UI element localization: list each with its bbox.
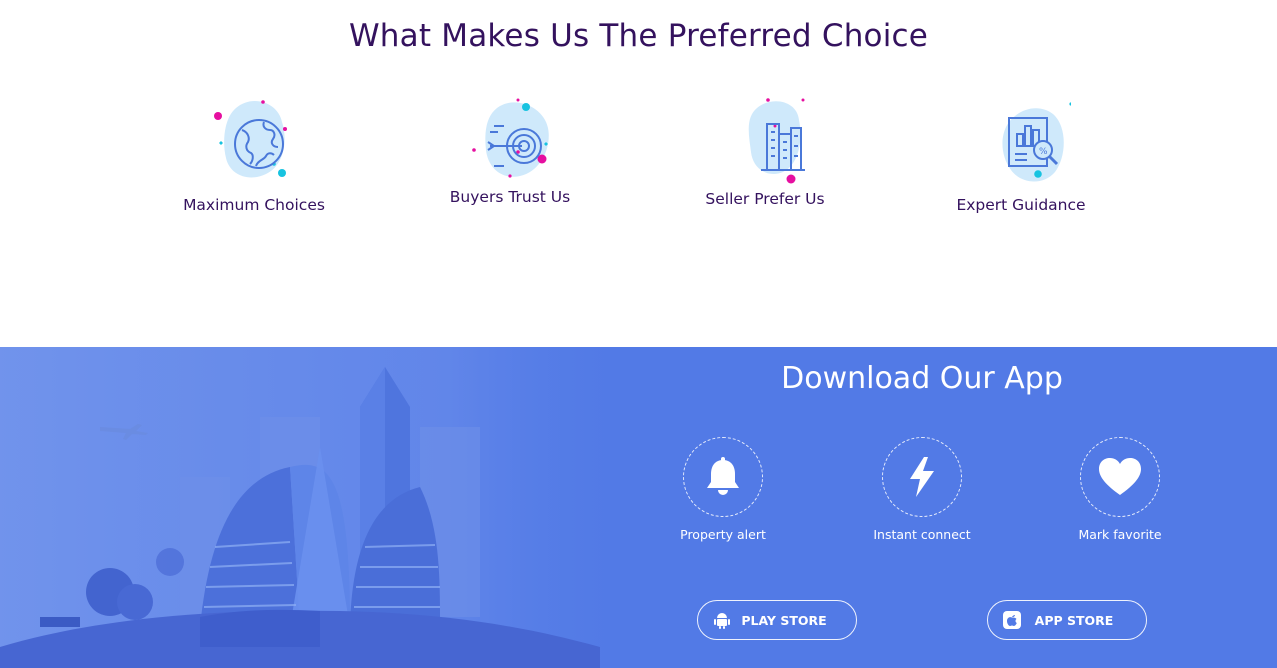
feature-maximum-choices: Maximum Choices xyxy=(154,96,354,214)
app-feature-instant-connect: Instant connect xyxy=(852,437,992,542)
app-store-button[interactable]: APP STORE xyxy=(987,600,1147,640)
feature-buyers-trust-us: Buyers Trust Us xyxy=(410,96,610,206)
heart-icon xyxy=(1099,458,1141,495)
app-feature-label: Property alert xyxy=(680,527,766,542)
play-store-button[interactable]: PLAY STORE xyxy=(697,600,857,640)
feature-label: Expert Guidance xyxy=(956,196,1086,214)
feature-label: Maximum Choices xyxy=(183,196,325,214)
preferred-choice-section: What Makes Us The Preferred Choice Maxim… xyxy=(0,0,1277,347)
section-title: What Makes Us The Preferred Choice xyxy=(348,18,929,54)
svg-text:%: % xyxy=(1039,147,1048,157)
report-analysis-icon: % xyxy=(1002,102,1071,182)
apple-icon xyxy=(1000,608,1024,632)
app-store-label: APP STORE xyxy=(1034,612,1114,628)
feature-label: Buyers Trust Us xyxy=(449,188,571,206)
download-app-section: Download Our App Property alert Instant … xyxy=(0,347,1277,668)
bell-icon xyxy=(707,457,739,495)
target-icon xyxy=(472,98,549,178)
globe-icon xyxy=(214,100,287,178)
city-skyline-illustration xyxy=(0,347,640,668)
heart-icon-circle xyxy=(1080,437,1160,517)
play-store-label: PLAY STORE xyxy=(741,612,827,628)
buildings-icon xyxy=(748,98,805,184)
app-feature-mark-favorite: Mark favorite xyxy=(1050,437,1190,542)
app-feature-label: Instant connect xyxy=(873,527,971,542)
lightning-icon xyxy=(910,457,934,497)
feature-seller-prefer-us: Seller Prefer Us xyxy=(665,96,865,208)
android-icon xyxy=(710,608,734,632)
bell-icon-circle xyxy=(683,437,763,517)
feature-label: Seller Prefer Us xyxy=(705,190,825,208)
feature-expert-guidance: % Expert Guidance xyxy=(921,96,1121,214)
app-feature-property-alert: Property alert xyxy=(653,437,793,542)
app-section-title: Download Our App xyxy=(781,361,1063,396)
lightning-icon-circle xyxy=(882,437,962,517)
app-feature-label: Mark favorite xyxy=(1078,527,1162,542)
